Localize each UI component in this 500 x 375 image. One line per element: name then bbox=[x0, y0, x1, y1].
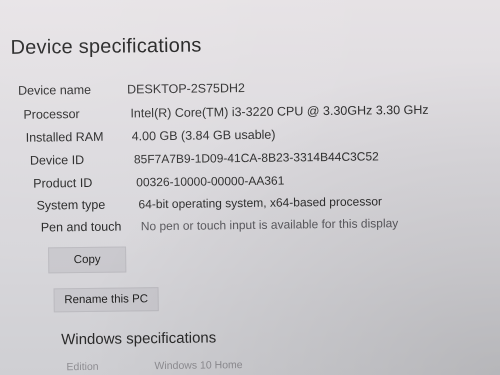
spec-row-device-id: Device ID 85F7A7B9-1D09-41CA-8B23-3314B4… bbox=[2, 148, 500, 172]
spec-label-system-type: System type bbox=[36, 197, 106, 213]
spec-label-installed-ram: Installed RAM bbox=[25, 129, 104, 145]
spec-row-pen-and-touch: Pen and touch No pen or touch input is a… bbox=[3, 215, 500, 239]
spec-label-device-id: Device ID bbox=[29, 152, 85, 168]
windows-edition-value: Windows 10 Home bbox=[154, 359, 243, 373]
spec-value-installed-ram: 4.00 GB (3.84 GB usable) bbox=[131, 127, 276, 144]
copy-button[interactable]: Copy bbox=[48, 246, 127, 274]
windows-edition-label: Edition bbox=[66, 360, 99, 374]
spec-row-device-name: Device name DESKTOP-2S75DH2 bbox=[1, 78, 500, 102]
windows-specifications-title: Windows specifications bbox=[61, 329, 217, 349]
spec-row-installed-ram: Installed RAM 4.00 GB (3.84 GB usable) bbox=[2, 125, 500, 149]
page-title: Device specifications bbox=[10, 34, 202, 59]
device-specifications-panel: Device specifications Device name DESKTO… bbox=[0, 0, 500, 375]
spec-value-product-id: 00326-10000-00000-AA361 bbox=[136, 173, 285, 190]
spec-label-processor: Processor bbox=[23, 107, 80, 122]
spec-value-system-type: 64-bit operating system, x64-based proce… bbox=[138, 194, 383, 212]
spec-value-device-id: 85F7A7B9-1D09-41CA-8B23-3314B44C3C52 bbox=[133, 149, 379, 167]
spec-label-device-name: Device name bbox=[18, 82, 92, 98]
spec-label-pen-and-touch: Pen and touch bbox=[40, 219, 122, 235]
spec-value-processor: Intel(R) Core(TM) i3-3220 CPU @ 3.30GHz … bbox=[130, 102, 429, 121]
spec-value-pen-and-touch: No pen or touch input is available for t… bbox=[140, 216, 399, 234]
spec-row-system-type: System type 64-bit operating system, x64… bbox=[2, 193, 500, 217]
spec-label-product-id: Product ID bbox=[33, 175, 93, 191]
spec-row-processor: Processor Intel(R) Core(TM) i3-3220 CPU … bbox=[1, 102, 500, 126]
rename-pc-button[interactable]: Rename this PC bbox=[53, 287, 159, 313]
spec-row-product-id: Product ID 00326-10000-00000-AA361 bbox=[2, 171, 500, 195]
spec-value-device-name: DESKTOP-2S75DH2 bbox=[127, 81, 246, 97]
